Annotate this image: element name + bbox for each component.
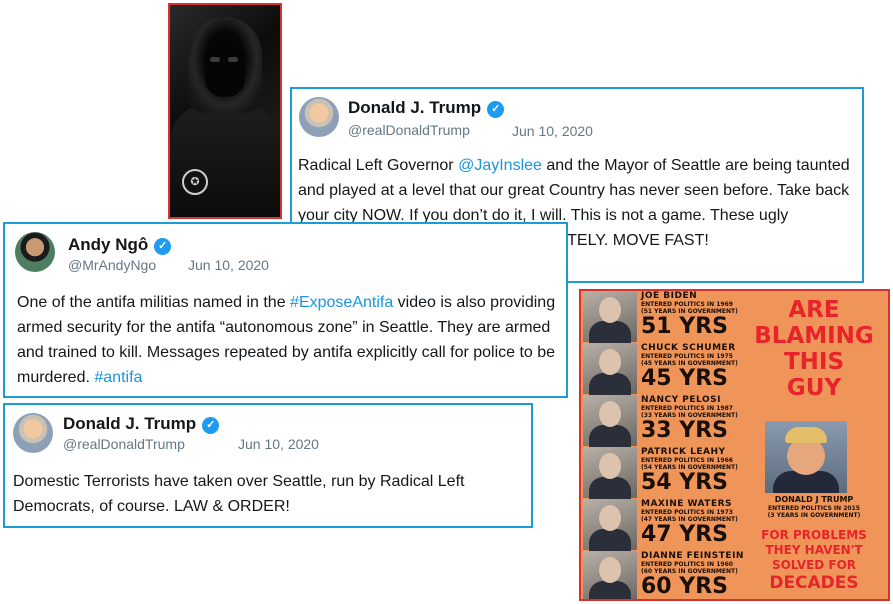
tweet-date[interactable]: Jun 10, 2020 xyxy=(188,257,269,273)
tweet-author-handle[interactable]: @realDonaldTrump xyxy=(348,122,470,138)
tweet-date[interactable]: Jun 10, 2020 xyxy=(512,123,593,139)
politician-photo xyxy=(583,499,637,553)
hooded-figure-photo: ✪ xyxy=(168,3,282,219)
tweet-author-name[interactable]: Andy Ngô ✓ xyxy=(68,235,172,255)
politician-detail: ENTERED POLITICS IN 1966 (54 YEARS IN GOV… xyxy=(641,457,738,471)
politician-years: 47 YRS xyxy=(641,522,728,547)
politician-photo xyxy=(583,343,637,397)
tweet-author-name[interactable]: Donald J. Trump ✓ xyxy=(63,414,220,434)
mention-link[interactable]: @JayInslee xyxy=(458,157,542,174)
photo-body xyxy=(170,105,280,217)
verified-badge-icon: ✓ xyxy=(154,238,172,255)
politician-photo xyxy=(583,291,637,345)
politician-years: 33 YRS xyxy=(641,418,728,443)
politician-photo xyxy=(583,447,637,501)
politician-detail: ENTERED POLITICS IN 1987 (33 YEARS IN GOV… xyxy=(641,405,738,419)
tweet-author-name[interactable]: Donald J. Trump ✓ xyxy=(348,98,505,118)
photo-eye-left xyxy=(210,57,220,62)
politician-schumer: CHUCK SCHUMER ENTERED POLITICS IN 1975 (4… xyxy=(583,343,738,397)
politician-feinstein: DIANNE FEINSTEIN ENTERED POLITICS IN 196… xyxy=(583,551,743,599)
politician-name: JOE BIDEN xyxy=(641,291,698,301)
politician-years: 51 YRS xyxy=(641,314,728,339)
politician-name: CHUCK SCHUMER xyxy=(641,343,736,353)
politician-name: PATRICK LEAHY xyxy=(641,447,726,457)
meme-headline: ARE BLAMING THIS GUY xyxy=(754,297,874,401)
verified-badge-icon: ✓ xyxy=(487,101,505,118)
tweet-text: One of the antifa militias named in the … xyxy=(17,294,556,386)
avatar-andy-ngo[interactable] xyxy=(15,232,55,272)
hashtag-link-antifa[interactable]: #antifa xyxy=(94,369,142,386)
avatar-trump[interactable] xyxy=(13,413,53,453)
politician-name: DIANNE FEINSTEIN xyxy=(641,551,744,561)
politician-detail: ENTERED POLITICS IN 1973 (47 YEARS IN GOV… xyxy=(641,509,738,523)
trump-detail: ENTERED POLITICS IN 2015 (3 YEARS IN GOVE… xyxy=(767,505,861,519)
meme-bottom-text: FOR PROBLEMS THEY HAVEN'T SOLVED FOR DEC… xyxy=(761,528,867,593)
politician-name: NANCY PELOSI xyxy=(641,395,721,405)
tweet-andy-ngo[interactable]: Andy Ngô ✓ @MrAndyNgo Jun 10, 2020 One of… xyxy=(3,222,568,398)
politician-photo xyxy=(583,395,637,449)
photo-patch-icon: ✪ xyxy=(182,169,208,195)
politician-leahy: PATRICK LEAHY ENTERED POLITICS IN 1966 (5… xyxy=(583,447,738,501)
politician-waters: MAXINE WATERS ENTERED POLITICS IN 1973 (4… xyxy=(583,499,738,553)
verified-badge-icon: ✓ xyxy=(202,417,220,434)
politician-years: 60 YRS xyxy=(641,574,728,599)
politician-pelosi: NANCY PELOSI ENTERED POLITICS IN 1987 (33… xyxy=(583,395,738,449)
avatar-trump[interactable] xyxy=(299,97,339,137)
photo-eye-right xyxy=(228,57,238,62)
politician-photo xyxy=(583,551,637,599)
tweet-trump-seattle[interactable]: Donald J. Trump ✓ @realDonaldTrump Jun 10… xyxy=(3,403,533,528)
tweet-author-handle[interactable]: @MrAndyNgo xyxy=(68,257,156,273)
tweet-text: Domestic Terrorists have taken over Seat… xyxy=(13,473,465,515)
photo-face xyxy=(205,43,245,97)
politician-detail: ENTERED POLITICS IN 1960 (60 YEARS IN GOV… xyxy=(641,561,738,575)
tweet-date[interactable]: Jun 10, 2020 xyxy=(238,436,319,452)
politician-years: 45 YRS xyxy=(641,366,728,391)
politician-detail: ENTERED POLITICS IN 1975 (45 YEARS IN GOV… xyxy=(641,353,738,367)
hashtag-link-exposeantifa[interactable]: #ExposeAntifa xyxy=(290,294,393,311)
politician-biden: JOE BIDEN ENTERED POLITICS IN 1969 (51 YE… xyxy=(583,291,738,345)
politician-name: MAXINE WATERS xyxy=(641,499,733,509)
politician-detail: ENTERED POLITICS IN 1969 (51 YEARS IN GOV… xyxy=(641,301,738,315)
trump-name: DONALD J TRUMP xyxy=(774,495,854,504)
tweet-author-handle[interactable]: @realDonaldTrump xyxy=(63,436,185,452)
politician-years: 54 YRS xyxy=(641,470,728,495)
trump-photo xyxy=(765,421,847,493)
politicians-meme: JOE BIDEN ENTERED POLITICS IN 1969 (51 YE… xyxy=(579,289,890,601)
